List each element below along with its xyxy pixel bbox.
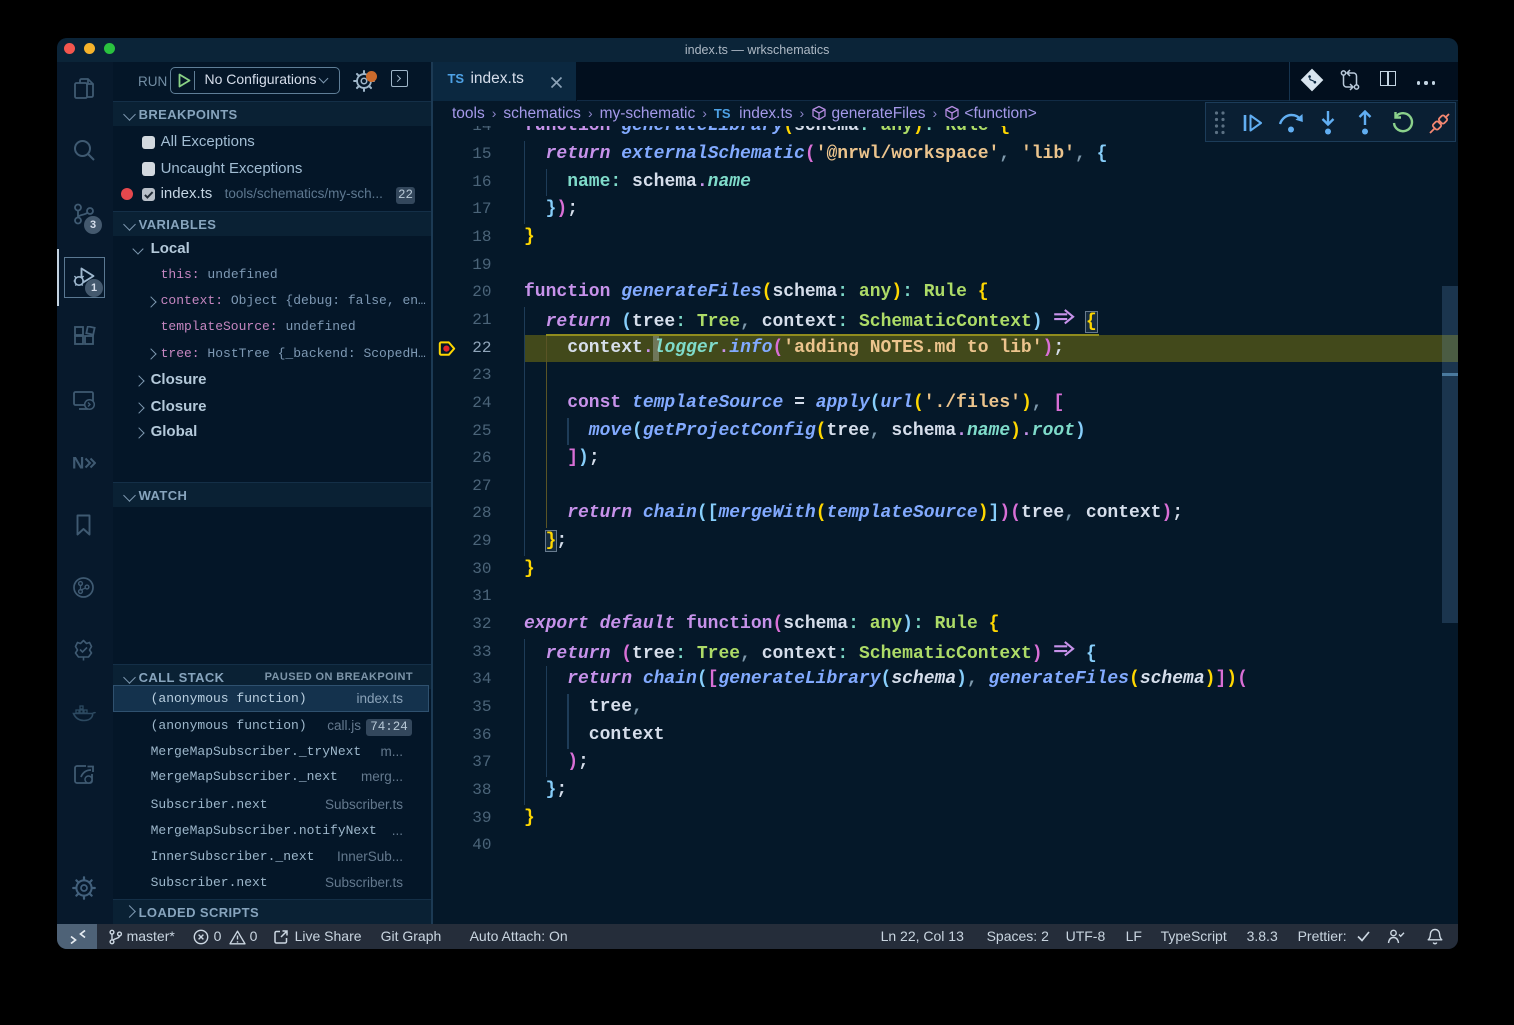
svg-text:N: N — [72, 453, 84, 472]
